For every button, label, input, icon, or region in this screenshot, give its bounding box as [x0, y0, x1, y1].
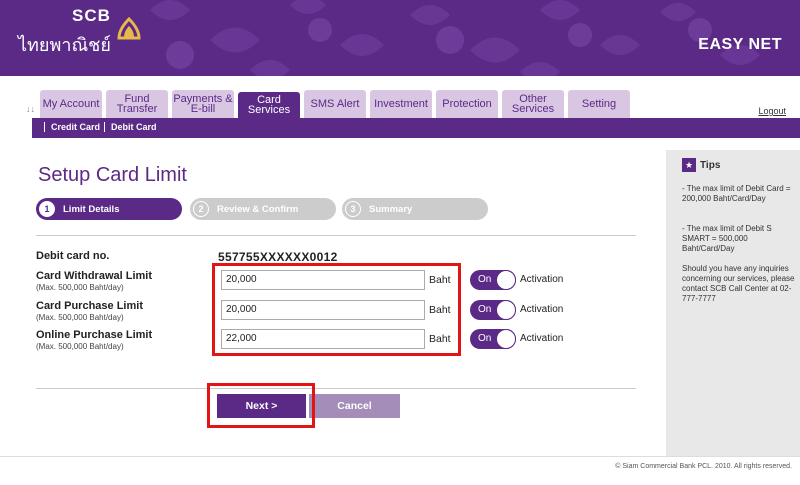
card-number-label: Debit card no. — [36, 250, 110, 262]
divider — [36, 235, 636, 236]
highlight-box-inputs — [212, 263, 461, 356]
purchase-activation-toggle[interactable]: On — [470, 300, 516, 320]
logout-link[interactable]: Logout — [758, 106, 786, 116]
tip-item: - The max limit of Debit S SMART = 500,0… — [682, 224, 772, 253]
step-number: 3 — [345, 201, 361, 217]
tips-header: ★ Tips — [682, 158, 720, 172]
toggle-state: On — [478, 333, 492, 344]
purchase-limit-hint: (Max. 500,000 Baht/day) — [36, 313, 124, 322]
online-activation-toggle[interactable]: On — [470, 329, 516, 349]
logo-thai-text: ไทยพาณิชย์ — [18, 35, 111, 56]
brand-title: EASY NET — [698, 36, 782, 53]
subnav-credit-card[interactable]: Credit Card — [44, 122, 100, 132]
page-title: Setup Card Limit — [38, 164, 187, 186]
divider — [36, 388, 636, 389]
tab-investment[interactable]: Investment — [370, 90, 432, 118]
tabbar-marker: ↓↓ — [26, 104, 35, 114]
online-activation-label: Activation — [520, 333, 564, 344]
step-label: Review & Confirm — [217, 203, 299, 215]
tab-setting[interactable]: Setting — [568, 90, 630, 118]
tip-item: - The max limit of Debit Card = 200,000 … — [682, 184, 791, 203]
purchase-limit-label: Card Purchase Limit — [36, 300, 143, 312]
highlight-box-next — [207, 383, 315, 428]
toggle-knob — [496, 300, 516, 320]
withdrawal-limit-hint: (Max. 500,000 Baht/day) — [36, 283, 124, 292]
step-number: 1 — [39, 201, 55, 217]
scb-lotus-emblem-icon — [117, 16, 141, 40]
step-label: Summary — [369, 203, 413, 215]
subnav-debit-card[interactable]: Debit Card — [104, 122, 157, 132]
online-limit-label: Online Purchase Limit — [36, 329, 153, 341]
tab-card-services[interactable]: Card Services — [238, 92, 300, 118]
step-limit-details: 1 Limit Details — [36, 198, 182, 220]
cancel-button[interactable]: Cancel — [309, 394, 400, 418]
purchase-activation-label: Activation — [520, 304, 564, 315]
tab-payments-ebill[interactable]: Payments & E-bill — [172, 90, 234, 118]
card-number-value: 557755XXXXXX0012 — [218, 250, 338, 264]
tab-protection[interactable]: Protection — [436, 90, 498, 118]
withdrawal-limit-label: Card Withdrawal Limit — [36, 270, 153, 282]
footer-divider — [0, 456, 800, 457]
step-label: Limit Details — [63, 203, 120, 215]
tab-my-account[interactable]: My Account — [40, 90, 102, 118]
tab-sms-alert[interactable]: SMS Alert — [304, 90, 366, 118]
withdrawal-activation-toggle[interactable]: On — [470, 270, 516, 290]
logo-text: SCB — [72, 6, 111, 25]
tab-fund-transfer[interactable]: Fund Transfer — [106, 90, 168, 118]
step-review-confirm: 2 Review & Confirm — [190, 198, 336, 220]
online-limit-hint: (Max. 500,000 Baht/day) — [36, 342, 124, 351]
step-number: 2 — [193, 201, 209, 217]
toggle-state: On — [478, 274, 492, 285]
star-icon: ★ — [682, 158, 696, 172]
toggle-knob — [496, 270, 516, 290]
tips-panel: ★ Tips - The max limit of Debit Card = 2… — [666, 150, 800, 456]
withdrawal-activation-label: Activation — [520, 274, 564, 285]
header-banner: SCB ไทยพาณิชย์ EASY NET — [0, 0, 800, 76]
toggle-knob — [496, 329, 516, 349]
step-summary: 3 Summary — [342, 198, 488, 220]
footer-copyright: © Siam Commercial Bank PCL. 2010. All ri… — [615, 463, 792, 470]
tip-item: Should you have any inquiries concerning… — [682, 264, 795, 303]
tips-title: Tips — [700, 159, 721, 171]
tab-other-services[interactable]: Other Services — [502, 90, 564, 118]
toggle-state: On — [478, 304, 492, 315]
sub-navigation: Credit Card Debit Card — [32, 118, 800, 138]
